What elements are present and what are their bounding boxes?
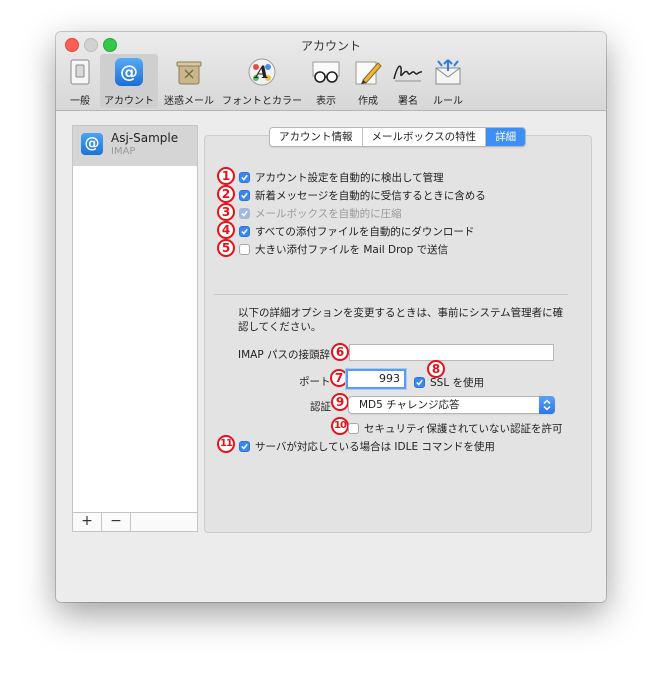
account-type: IMAP	[111, 146, 136, 157]
glasses-icon	[310, 57, 342, 87]
download-attachments-checkbox[interactable]	[239, 226, 250, 237]
option-mail-drop[interactable]: 大きい添付ファイルを Mail Drop で送信	[239, 242, 448, 257]
insecure-auth-checkbox[interactable]	[348, 423, 359, 434]
option-insecure-auth[interactable]: セキュリティ保護されていない認証を許可	[348, 421, 563, 436]
port-label: ポート	[299, 376, 331, 388]
marker-9: 9	[331, 393, 349, 411]
imap-prefix-input[interactable]	[349, 344, 554, 361]
option-compact: メールボックスを自動的に圧縮	[239, 206, 402, 221]
remove-account-button[interactable]: −	[102, 513, 131, 531]
svg-text:@: @	[120, 62, 138, 83]
option-auto-detect[interactable]: アカウント設定を自動的に検出して管理	[239, 170, 444, 185]
advanced-info-text: 以下の詳細オプションを変更するときは、事前にシステム管理者に確認してください。	[238, 307, 564, 333]
switch-icon	[64, 57, 96, 87]
toolbar-junk-mail[interactable]: 迷惑メール	[160, 54, 218, 108]
option-use-ssl[interactable]: SSL を使用	[414, 375, 484, 390]
marker-2: 2	[217, 185, 235, 203]
option-include-new[interactable]: 新着メッセージを自動的に受信するときに含める	[239, 188, 486, 203]
idle-checkbox[interactable]	[239, 441, 250, 452]
account-list: @ Asj-Sample IMAP	[72, 125, 198, 513]
toolbar-accounts[interactable]: @ アカウント	[100, 54, 158, 108]
account-list-buttons: + −	[72, 513, 198, 532]
at-sign-icon: @	[113, 57, 145, 87]
signature-icon	[392, 57, 424, 87]
account-row[interactable]: @ Asj-Sample IMAP	[73, 126, 197, 166]
window-title: アカウント	[300, 39, 361, 53]
marker-5: 5	[217, 239, 235, 257]
marker-3: 3	[217, 203, 235, 221]
toolbar-rules[interactable]: ルール	[428, 54, 468, 108]
marker-4: 4	[217, 221, 235, 239]
auth-label: 認証	[310, 401, 331, 413]
option-download-attachments[interactable]: すべての添付ファイルを自動的にダウンロード	[239, 224, 474, 239]
tab-bar: アカウント情報 メールボックスの特性 詳細	[269, 127, 527, 147]
title-bar: アカウント 一般 @ アカウント 迷惑メール A フォントとカラー 表示 作成 …	[56, 32, 606, 111]
marker-11: 11	[217, 435, 235, 453]
tab-mailbox-behaviors[interactable]: メールボックスの特性	[363, 128, 487, 146]
preferences-window: アカウント 一般 @ アカウント 迷惑メール A フォントとカラー 表示 作成 …	[56, 32, 606, 602]
add-account-button[interactable]: +	[73, 513, 102, 531]
marker-10: 10	[331, 417, 349, 435]
include-new-checkbox[interactable]	[239, 190, 250, 201]
tab-advanced[interactable]: 詳細	[486, 128, 526, 146]
at-sign-icon: @	[81, 133, 103, 155]
auth-select[interactable]: MD5 チャレンジ応答	[348, 396, 555, 414]
marker-1: 1	[217, 167, 235, 185]
marker-6: 6	[331, 343, 349, 361]
auto-detect-checkbox[interactable]	[239, 172, 250, 183]
account-name: Asj-Sample	[111, 131, 179, 145]
font-palette-icon: A	[246, 57, 278, 87]
toolbar-general[interactable]: 一般	[62, 54, 98, 108]
pencil-icon	[352, 57, 384, 87]
rules-envelope-icon	[432, 57, 464, 87]
trash-icon	[173, 57, 205, 87]
imap-prefix-label: IMAP パスの接頭辞	[238, 349, 331, 361]
ssl-checkbox[interactable]	[414, 377, 425, 388]
tab-account-info[interactable]: アカウント情報	[270, 128, 363, 146]
svg-text:A: A	[253, 63, 268, 83]
toolbar-signatures[interactable]: 署名	[390, 54, 426, 108]
compact-checkbox	[239, 208, 250, 219]
toolbar-composing[interactable]: 作成	[348, 54, 388, 108]
toolbar-fonts-colors[interactable]: A フォントとカラー	[220, 54, 304, 108]
mail-drop-checkbox[interactable]	[239, 244, 250, 255]
option-idle-command[interactable]: サーバが対応している場合は IDLE コマンドを使用	[239, 439, 495, 454]
toolbar-viewing[interactable]: 表示	[306, 54, 346, 108]
port-input[interactable]: 993	[346, 369, 406, 389]
section-divider	[214, 294, 568, 295]
chevron-updown-icon	[539, 396, 555, 414]
content-area: @ Asj-Sample IMAP + − アカウント情報 メールボックスの特性…	[56, 111, 606, 602]
